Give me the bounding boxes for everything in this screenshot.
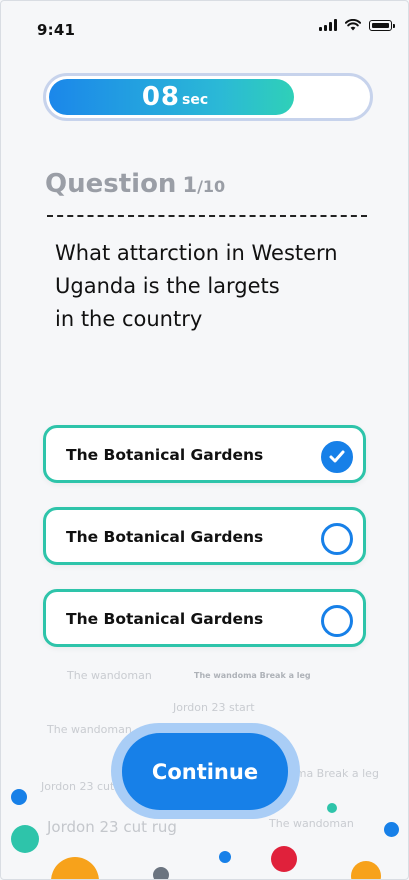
background-label: The wandoman: [67, 669, 152, 682]
wifi-icon: [345, 19, 361, 31]
decorative-dot: [153, 867, 169, 879]
background-label: oma Break a leg: [289, 767, 379, 780]
continue-button[interactable]: Continue: [122, 733, 288, 810]
background-label: Jordon 23 start: [173, 701, 255, 714]
question-label: Question: [45, 169, 177, 199]
decorative-dot: [327, 803, 337, 813]
radio-circle-icon[interactable]: [321, 605, 353, 637]
timer-value: 08: [141, 82, 181, 112]
question-total: /10: [197, 177, 226, 196]
background-label: The wandoma Break a leg: [194, 671, 311, 680]
decorative-dot: [11, 825, 39, 853]
status-bar: 9:41: [1, 1, 408, 57]
timer-progress-bar: 08 sec: [43, 73, 373, 121]
status-icons: [319, 19, 395, 31]
question-counter: Question 1/10: [45, 169, 225, 199]
battery-icon: [369, 19, 395, 31]
question-line: Uganda is the largets: [55, 274, 280, 298]
checkmark-circle-icon[interactable]: [321, 441, 353, 473]
question-text: What attarction in Western Uganda is the…: [55, 237, 375, 336]
answer-option-1[interactable]: The Botanical Gardens: [43, 425, 366, 483]
radio-circle-icon[interactable]: [321, 523, 353, 555]
dashed-divider: [47, 215, 367, 217]
question-line: What attarction in Western: [55, 241, 338, 265]
question-number: 1: [182, 173, 198, 197]
timer-display: 08 sec: [46, 76, 304, 118]
decorative-dot: [219, 851, 231, 863]
background-label: Jordon 23 cut: [41, 780, 115, 793]
cellular-signal-icon: [319, 19, 337, 31]
question-line: in the country: [55, 307, 203, 331]
decorative-dot: [11, 789, 27, 805]
background-label: Jordon 23 cut rug: [47, 818, 177, 836]
quiz-screen: 9:41 08 sec Question 1/10 What attarction…: [0, 0, 409, 880]
answer-option-3[interactable]: The Botanical Gardens: [43, 589, 366, 647]
decorative-dot: [51, 857, 99, 879]
answer-option-label: The Botanical Gardens: [66, 528, 264, 546]
background-label: The wandoman: [269, 817, 354, 830]
status-time: 9:41: [37, 21, 76, 39]
answer-option-label: The Botanical Gardens: [66, 610, 264, 628]
decorative-dot: [271, 846, 297, 872]
answer-option-2[interactable]: The Botanical Gardens: [43, 507, 366, 565]
answer-option-label: The Botanical Gardens: [66, 446, 264, 464]
background-label: The wandoman: [47, 723, 132, 736]
decorative-dot: [384, 822, 399, 837]
timer-unit: sec: [182, 92, 209, 108]
decorative-dot: [351, 861, 381, 879]
